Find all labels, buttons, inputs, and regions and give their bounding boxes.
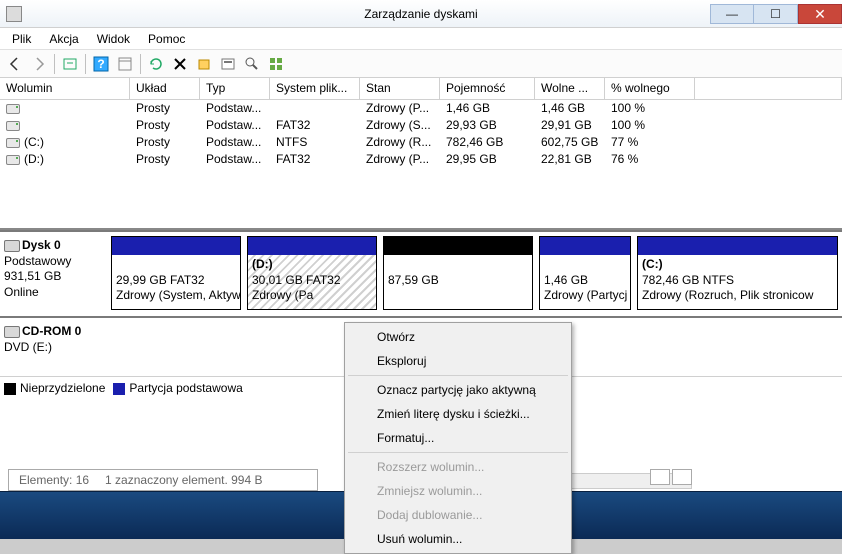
forward-button[interactable] [28, 53, 50, 75]
partition-1[interactable]: 29,99 GB FAT32 Zdrowy (System, Aktyw [111, 236, 241, 310]
legend-swatch-unalloc [4, 383, 16, 395]
col-status[interactable]: Stan [360, 78, 440, 99]
maximize-button[interactable]: ☐ [754, 4, 798, 24]
close-button[interactable]: ✕ [798, 4, 842, 24]
col-volume[interactable]: Wolumin [0, 78, 130, 99]
cm-change-letter[interactable]: Zmień literę dysku i ścieżki... [347, 402, 569, 426]
drive-icon [6, 104, 20, 114]
minimize-button[interactable]: — [710, 4, 754, 24]
delete-button[interactable] [169, 53, 191, 75]
view-icon-2[interactable] [672, 469, 692, 485]
partition-unallocated[interactable]: 87,59 GB [383, 236, 533, 310]
cdrom-icon [4, 326, 20, 338]
column-headers[interactable]: Wolumin Układ Typ System plik... Stan Po… [0, 78, 842, 100]
partition-c[interactable]: (C:) 782,46 GB NTFS Zdrowy (Rozruch, Pli… [637, 236, 838, 310]
view-button[interactable] [114, 53, 136, 75]
explorer-statusbar: Elementy: 16 1 zaznaczony element. 994 B [8, 469, 318, 491]
col-pct[interactable]: % wolnego [605, 78, 695, 99]
cm-mark-active[interactable]: Oznacz partycję jako aktywną [347, 378, 569, 402]
menu-help[interactable]: Pomoc [140, 30, 193, 48]
help-button[interactable]: ? [90, 53, 112, 75]
menubar: Plik Akcja Widok Pomoc [0, 28, 842, 50]
col-capacity[interactable]: Pojemność [440, 78, 535, 99]
menu-view[interactable]: Widok [89, 30, 138, 48]
col-free[interactable]: Wolne ... [535, 78, 605, 99]
col-type[interactable]: Typ [200, 78, 270, 99]
drive-icon [6, 121, 20, 131]
menu-file[interactable]: Plik [4, 30, 39, 48]
table-row[interactable]: ProstyPodstaw...FAT32Zdrowy (S...29,93 G… [0, 117, 842, 134]
disk-0-label[interactable]: Dysk 0 Podstawowy 931,51 GB Online [0, 232, 105, 316]
menu-action[interactable]: Akcja [41, 30, 86, 48]
partition-4[interactable]: 1,46 GB Zdrowy (Partycj [539, 236, 631, 310]
toolbar: ? [0, 50, 842, 78]
table-row[interactable]: (D:)ProstyPodstaw...FAT32Zdrowy (P...29,… [0, 151, 842, 168]
back-button[interactable] [4, 53, 26, 75]
partition-d[interactable]: (D:) 30,01 GB FAT32 Zdrowy (Pa [247, 236, 377, 310]
cdrom-label[interactable]: CD-ROM 0 DVD (E:) [0, 318, 105, 376]
table-row[interactable]: ProstyPodstaw...Zdrowy (P...1,46 GB1,46 … [0, 100, 842, 117]
cm-shrink: Zmniejsz wolumin... [347, 479, 569, 503]
svg-text:?: ? [97, 57, 104, 71]
col-fs[interactable]: System plik... [270, 78, 360, 99]
refresh-button[interactable] [145, 53, 167, 75]
cm-delete[interactable]: Usuń wolumin... [347, 527, 569, 551]
search-button[interactable] [241, 53, 263, 75]
hdd-icon [4, 240, 20, 252]
window-title: Zarządzanie dyskami [364, 7, 477, 21]
legend-swatch-primary [113, 383, 125, 395]
drive-icon [6, 138, 20, 148]
col-layout[interactable]: Układ [130, 78, 200, 99]
settings-button[interactable] [265, 53, 287, 75]
app-icon [6, 6, 22, 22]
cm-format[interactable]: Formatuj... [347, 426, 569, 450]
titlebar[interactable]: Zarządzanie dyskami — ☐ ✕ [0, 0, 842, 28]
volume-list: Wolumin Układ Typ System plik... Stan Po… [0, 78, 842, 230]
context-menu: Otwórz Eksploruj Oznacz partycję jako ak… [344, 322, 572, 554]
action-button[interactable] [217, 53, 239, 75]
drive-icon [6, 155, 20, 165]
cm-extend: Rozszerz wolumin... [347, 455, 569, 479]
cm-explore[interactable]: Eksploruj [347, 349, 569, 373]
up-button[interactable] [59, 53, 81, 75]
view-icon-1[interactable] [650, 469, 670, 485]
disk-0-row: Dysk 0 Podstawowy 931,51 GB Online 29,99… [0, 230, 842, 316]
cm-mirror: Dodaj dublowanie... [347, 503, 569, 527]
table-row[interactable]: (C:)ProstyPodstaw...NTFSZdrowy (R...782,… [0, 134, 842, 151]
properties-button[interactable] [193, 53, 215, 75]
view-mode-icons [650, 469, 692, 485]
cm-open[interactable]: Otwórz [347, 325, 569, 349]
